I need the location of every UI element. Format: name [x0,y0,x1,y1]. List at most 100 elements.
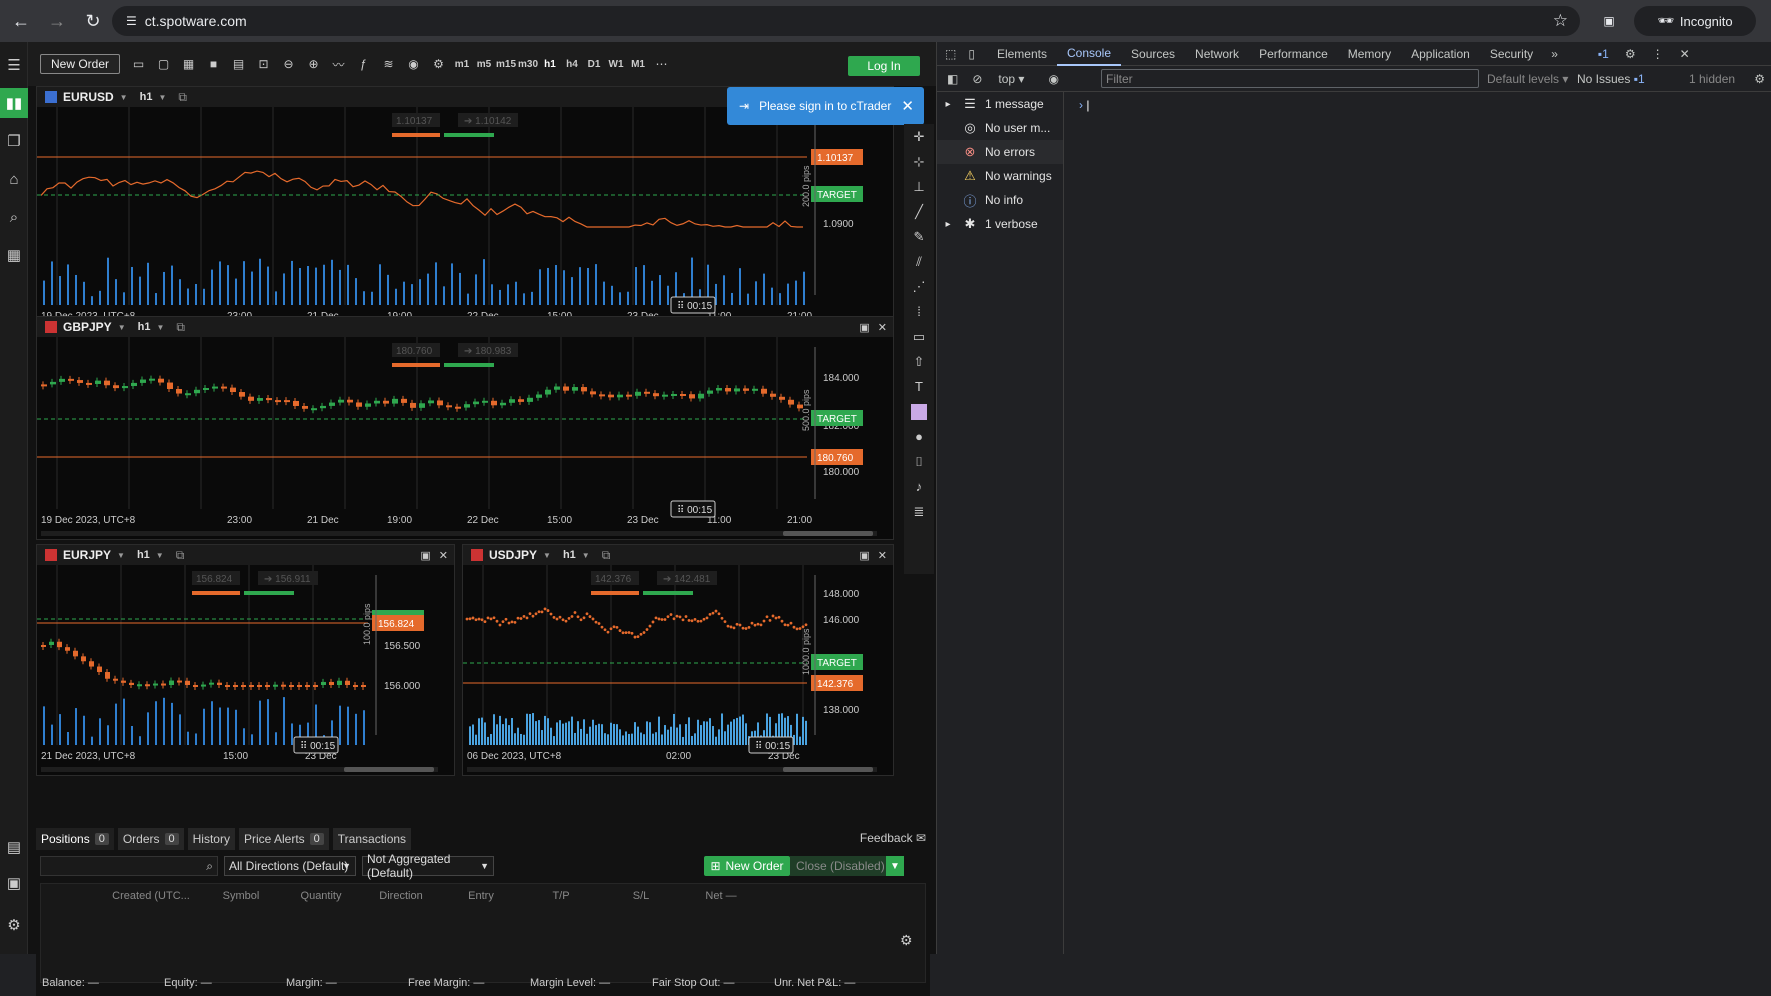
tab-positions[interactable]: Positions 0 [36,828,114,850]
buy-bar[interactable] [244,591,294,595]
grid-icon[interactable]: ⁞ [904,299,934,324]
chart-canvas[interactable]: 180.760 ➔ 180.983184.000182.000180.000TAR… [37,337,893,539]
tab-transactions[interactable]: Transactions [332,828,412,850]
bookmark-star-icon[interactable]: ☆ [1553,11,1568,31]
column-header[interactable]: Entry [441,888,521,904]
bell-icon[interactable]: ♪ [904,474,934,499]
tf-w1[interactable]: W1 [605,54,627,74]
automate-icon[interactable]: ⌂ [0,164,28,194]
forward-icon[interactable]: → [42,6,72,36]
channel-icon[interactable]: ⫽ [904,249,934,274]
scrollbar-thumb[interactable] [783,531,873,536]
crosshair-icon[interactable]: ✛ [904,124,934,149]
chevron-down-icon[interactable]: ▼ [118,323,126,332]
search-input[interactable]: ⌕ [40,856,218,876]
chevron-down-icon[interactable]: ▼ [117,551,125,560]
layers-icon[interactable]: ≋ [376,54,401,74]
buy-bar[interactable] [643,591,693,595]
devtools-tab-security[interactable]: Security [1480,42,1543,66]
text-icon[interactable]: T [904,374,934,399]
directions-select[interactable]: All Directions (Default) ▼ [224,856,356,876]
reload-icon[interactable]: ↻ [78,6,108,36]
login-button[interactable]: Log In [848,56,920,76]
sidebar-item[interactable]: ⊗ No errors [937,140,1063,164]
fib-icon[interactable]: ⋰ [904,274,934,299]
settings-icon[interactable]: ⚙ [0,910,28,940]
close-icon[interactable]: ✕ [439,549,448,562]
timeframe-label[interactable]: h1 [137,549,150,561]
zoom-in-icon[interactable]: ⊕ [301,54,326,74]
symbol-label[interactable]: GBPJPY [63,320,112,334]
chevron-down-icon[interactable]: ▼ [156,323,164,332]
zoom-out-icon[interactable]: ⊖ [276,54,301,74]
aggregation-select[interactable]: Not Aggregated (Default) ▼ [362,852,494,880]
grid-layout-icon[interactable]: ▦ [176,54,201,74]
chart-eurjpy[interactable]: EURJPY ▼ h1 ▼ ⧉ ▣ ✕ 156.824 ➔ 156.911 156.500 1… [36,544,455,776]
close-devtools-icon[interactable]: ✕ [1680,47,1690,61]
side-panel-icon[interactable]: ▣ [1594,6,1624,36]
new-order-button-2[interactable]: ⊞ New Order [704,856,790,876]
detach-icon[interactable]: ⧉ [176,548,185,563]
incognito-badge[interactable]: 🕶 Incognito [1634,6,1756,36]
issues-counter[interactable]: ▪1 [1598,47,1609,61]
marker-icon[interactable]: ⊥ [904,174,934,199]
levels-select[interactable]: Default levels ▾ [1487,72,1568,86]
devtools-tab-network[interactable]: Network [1185,42,1249,66]
back-icon[interactable]: ← [6,6,36,36]
scrollbar-thumb[interactable] [344,767,434,772]
camera-icon[interactable]: ⌷ [904,449,934,474]
chevron-down-icon[interactable]: ▼ [158,93,166,102]
column-header[interactable]: S/L [601,888,681,904]
column-header[interactable]: Net — [681,888,761,904]
sell-bar[interactable] [192,591,240,595]
trendline-icon[interactable]: ╱ [904,199,934,224]
footer-settings-icon[interactable]: ⚙ [900,932,913,949]
chart-canvas[interactable]: 142.376➔ 142.481148.000146.000140.000138… [463,565,893,775]
sidebar-toggle-icon[interactable]: ◧ [947,72,958,86]
sell-bar[interactable] [392,363,440,367]
copy-icon[interactable]: ❐ [0,126,28,156]
chart-gbpjpy[interactable]: GBPJPY ▼ h1 ▼ ⧉ ▣ ✕ 180.760 ➔ 180.983 184.000 1… [36,316,894,540]
inspect-icon[interactable]: ⬚ [945,47,956,61]
analyze-icon[interactable]: ⌕ [0,202,28,232]
sidebar-item[interactable]: ⚠ No warnings [937,164,1063,188]
console-prompt-icon[interactable]: › | [1079,98,1089,112]
single-layout-icon[interactable]: ▢ [151,54,176,74]
site-info-icon[interactable]: ☰ [126,14,137,28]
tab-history[interactable]: History [187,828,235,850]
dot-icon[interactable]: ● [904,424,934,449]
chevron-down-icon[interactable]: ▼ [582,551,590,560]
tab-orders[interactable]: Orders 0 [117,828,184,850]
tf-m30[interactable]: m30 [517,54,539,74]
chevron-down-icon[interactable]: ▼ [156,551,164,560]
devtools-tab-performance[interactable]: Performance [1249,42,1338,66]
chart-canvas[interactable]: 156.824➔ 156.911156.500156.000TARGET156.… [37,565,454,775]
template-icon[interactable]: ⚙ [426,54,451,74]
sell-bar[interactable] [591,591,639,595]
chevron-down-icon[interactable]: ▼ [120,93,128,102]
eye-icon[interactable]: ◉ [401,54,426,74]
timeframe-label[interactable]: h1 [563,549,576,561]
more-icon[interactable]: ⋯ [649,54,674,74]
symbol-label[interactable]: EURUSD [63,90,114,104]
chart-mode-icon[interactable]: ▭ [126,54,151,74]
line-chart-icon[interactable]: 〰 [326,54,351,74]
chart-settings-icon[interactable]: ⊡ [251,54,276,74]
chevron-down-icon[interactable]: ▼ [543,551,551,560]
timeframe-label[interactable]: h1 [138,321,151,333]
tf-d1[interactable]: D1 [583,54,605,74]
devtools-tab-console[interactable]: Console [1056,42,1122,66]
devtools-tab-elements[interactable]: Elements [987,42,1057,66]
settings-icon[interactable]: ⚙ [1625,47,1636,61]
trade-icon[interactable]: ▮▮ [0,88,28,118]
symbol-label[interactable]: EURJPY [63,548,111,562]
context-select[interactable]: top ▾ [998,72,1024,86]
symbol-label[interactable]: USDJPY [489,548,537,562]
detach-icon[interactable]: ⧉ [602,548,611,563]
tf-h1[interactable]: h1 [539,54,561,74]
wallet-icon[interactable]: ▣ [0,868,28,898]
rect-icon[interactable]: ▭ [904,324,934,349]
signin-toast[interactable]: ⇥ Please sign in to cTrader ✕ [727,87,924,125]
devtools-tab-memory[interactable]: Memory [1338,42,1401,66]
devtools-tab-application[interactable]: Application [1401,42,1480,66]
